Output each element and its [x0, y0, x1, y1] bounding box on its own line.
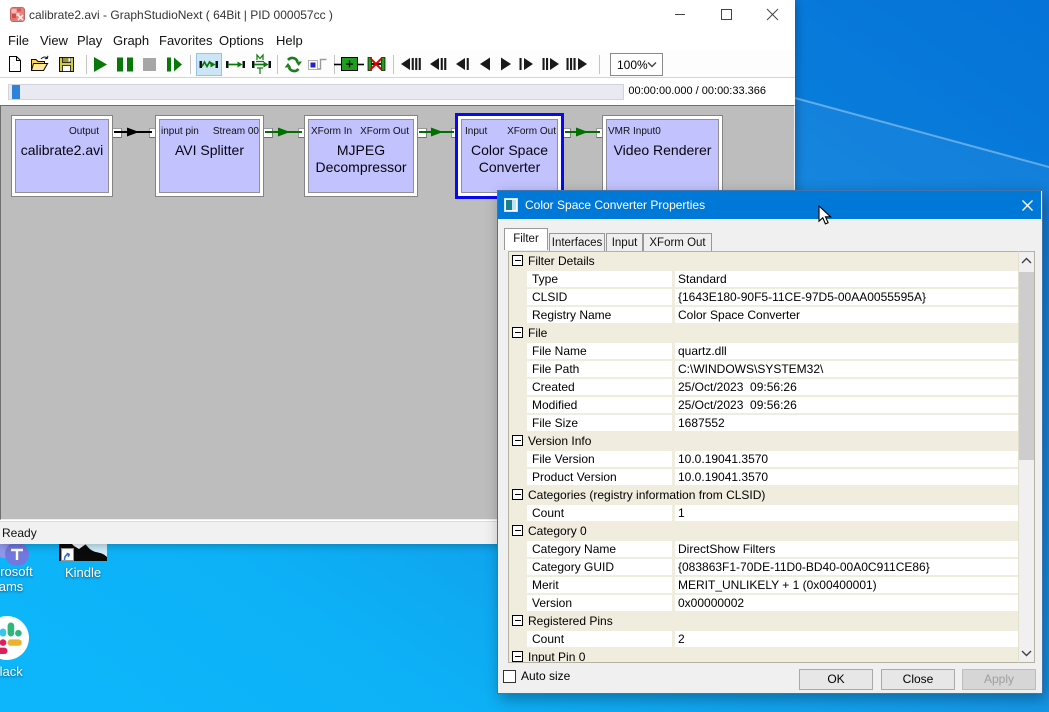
svg-text:100%: 100% [617, 58, 648, 72]
